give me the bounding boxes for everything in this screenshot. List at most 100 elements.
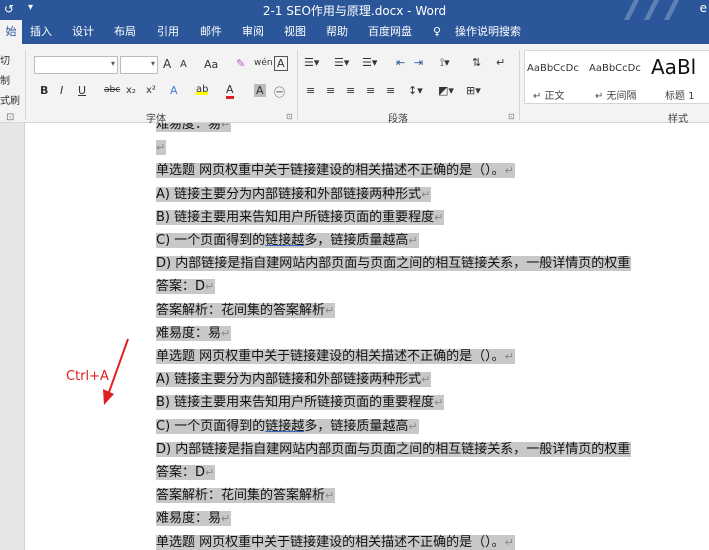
strikethrough-button[interactable]: abc <box>104 85 120 95</box>
style-normal[interactable]: AaBbCcDc ↵ 正文 <box>525 51 587 103</box>
bullets-icon[interactable]: ☰▾ <box>304 56 319 69</box>
paragraph-mark: ↵ <box>504 164 514 178</box>
font-launcher-icon[interactable]: ⊡ <box>286 112 293 121</box>
decrease-indent-icon[interactable]: ⇤ <box>396 56 405 69</box>
paragraph-mark: ↵ <box>434 210 444 224</box>
document-line[interactable]: 答案：D↵ <box>156 276 216 298</box>
subscript-button[interactable]: x₂ <box>126 85 136 96</box>
align-center-icon[interactable]: ≡ <box>326 84 335 97</box>
tab-baidu-netdisk[interactable]: 百度网盘 <box>368 20 412 44</box>
paragraph-mark: ↵ <box>504 535 514 549</box>
copy-button[interactable]: 制 <box>0 72 10 87</box>
font-color-button[interactable]: A <box>226 84 234 99</box>
asian-layout-icon[interactable]: ⟟▾ <box>440 56 450 70</box>
document-line[interactable]: 答案解析：花间集的答案解析↵ <box>156 300 336 322</box>
document-line[interactable]: 单选题 网页权重中关于链接建设的相关描述不正确的是（）。↵ <box>156 532 515 550</box>
enclose-characters-button[interactable]: ㊀ <box>274 84 285 100</box>
selected-text: 答案：D↵ <box>156 465 216 480</box>
paragraph-mark: ↵ <box>221 512 231 526</box>
paragraph-mark: ↵ <box>205 466 215 479</box>
highlight-button[interactable]: ab <box>196 84 209 95</box>
justify-icon[interactable]: ≡ <box>366 84 375 97</box>
clipboard-launcher-icon[interactable]: ⊡ <box>6 112 14 123</box>
tab-home[interactable]: 始 <box>0 20 22 44</box>
format-painter-button[interactable]: 式刷 <box>0 92 20 107</box>
document-line[interactable]: C) 一个页面得到的链接越多，链接质量越高↵ <box>156 230 419 252</box>
tell-me-search[interactable]: 操作说明搜索 <box>455 20 521 44</box>
line-text: 单选题 网页权重中关于链接建设的相关描述不正确的是（）。 <box>156 534 505 550</box>
document-line[interactable]: 单选题 网页权重中关于链接建设的相关描述不正确的是（）。↵ <box>156 160 515 182</box>
distributed-icon[interactable]: ≡ <box>386 84 395 97</box>
italic-button[interactable]: I <box>60 84 63 97</box>
line-text: 多，链接质量越高 <box>304 233 409 248</box>
font-size-combo[interactable]: ▾ <box>120 56 158 74</box>
line-text: A) 链接主要分为内部链接和外部链接两种形式 <box>156 372 422 388</box>
paragraph-launcher-icon[interactable]: ⊡ <box>508 112 515 121</box>
line-text: B) 链接主要用来告知用户所链接页面的重要程度 <box>156 395 435 411</box>
line-text: 难易度：易 <box>156 511 222 527</box>
document-line[interactable]: C) 一个页面得到的链接越多，链接质量越高↵ <box>156 416 419 438</box>
shrink-font-button[interactable]: A <box>180 59 187 70</box>
tab-view[interactable]: 视图 <box>284 20 306 44</box>
text-effects-button[interactable]: A <box>170 84 178 97</box>
character-shading-button[interactable]: A <box>254 84 266 97</box>
tab-references[interactable]: 引用 <box>157 20 179 44</box>
borders-icon[interactable]: ⊞▾ <box>466 84 481 97</box>
window-control[interactable]: e <box>700 1 707 15</box>
document-line[interactable]: D) 内部链接是指自建网站内部页面与页面之间的相互链接关系，一般详情页的权重 <box>156 253 632 275</box>
document-line[interactable]: A) 链接主要分为内部链接和外部链接两种形式↵ <box>156 369 432 391</box>
shading-icon[interactable]: ◩▾ <box>438 84 454 97</box>
style-sample: AaBbCcDc <box>589 63 641 74</box>
clipboard-group: 切 制 式刷 ⊡ <box>0 44 24 123</box>
document-line[interactable]: B) 链接主要用来告知用户所链接页面的重要程度↵ <box>156 392 445 414</box>
document-line[interactable]: 答案解析：花间集的答案解析↵ <box>156 485 336 507</box>
font-name-combo[interactable]: ▾ <box>34 56 118 74</box>
superscript-button[interactable]: x² <box>146 85 156 96</box>
align-left-icon[interactable]: ≡ <box>306 84 315 97</box>
document-line[interactable]: 难易度：易↵ <box>156 323 232 345</box>
document-line[interactable]: 难易度：易↵ <box>156 508 232 530</box>
numbering-icon[interactable]: ☰▾ <box>334 56 349 69</box>
ctrl-a-annotation: Ctrl+A <box>66 369 109 384</box>
line-text: 答案：D <box>156 465 206 480</box>
clear-formatting-icon[interactable]: ✎ <box>236 57 245 70</box>
style-heading-1[interactable]: AaBl 标题 1 <box>649 51 709 103</box>
tab-insert[interactable]: 插入 <box>30 20 52 44</box>
line-text: 难易度：易 <box>156 325 222 341</box>
document-line[interactable]: A) 链接主要分为内部链接和外部链接两种形式↵ <box>156 184 432 206</box>
phonetic-guide-button[interactable]: wén <box>254 58 273 68</box>
line-text: C) 一个页面得到的 <box>156 418 266 434</box>
grow-font-button[interactable]: A <box>163 57 171 71</box>
underline-button[interactable]: U <box>78 84 86 97</box>
selected-text: A) 链接主要分为内部链接和外部链接两种形式↵ <box>156 372 432 388</box>
character-border-button[interactable]: A <box>274 56 288 71</box>
increase-indent-icon[interactable]: ⇥ <box>414 56 423 69</box>
tab-help[interactable]: 帮助 <box>326 20 348 44</box>
selected-text: D) 内部链接是指自建网站内部页面与页面之间的相互链接关系，一般详情页的权重 <box>156 256 632 272</box>
align-right-icon[interactable]: ≡ <box>346 84 355 97</box>
multilevel-list-icon[interactable]: ☰▾ <box>362 56 377 69</box>
show-marks-icon[interactable]: ↵ <box>496 56 505 69</box>
tab-mailings[interactable]: 邮件 <box>200 20 222 44</box>
sort-icon[interactable]: ⇅ <box>472 56 481 69</box>
line-text: 单选题 网页权重中关于链接建设的相关描述不正确的是（）。 <box>156 163 505 179</box>
bold-button[interactable]: B <box>40 84 48 97</box>
style-no-spacing[interactable]: AaBbCcDc ↵ 无间隔 <box>587 51 649 103</box>
document-line[interactable]: B) 链接主要用来告知用户所链接页面的重要程度↵ <box>156 207 445 229</box>
change-case-button[interactable]: Aa <box>204 58 218 71</box>
document-area[interactable]: 难易度：易↵ ↵ 单选题 网页权重中关于链接建设的相关描述不正确的是（）。↵ A) 链… <box>0 123 709 550</box>
line-spacing-icon[interactable]: ↕▾ <box>408 84 423 97</box>
document-line[interactable]: 答案：D↵ <box>156 462 216 484</box>
document-line[interactable]: ↵ <box>156 137 167 159</box>
tab-design[interactable]: 设计 <box>72 20 94 44</box>
document-line[interactable]: 单选题 网页权重中关于链接建设的相关描述不正确的是（）。↵ <box>156 346 515 368</box>
document-line[interactable]: 难易度：易↵ <box>156 123 232 136</box>
line-text: 答案：D <box>156 279 206 295</box>
document-line[interactable]: D) 内部链接是指自建网站内部页面与页面之间的相互链接关系，一般详情页的权重 <box>156 439 632 461</box>
chevron-down-icon: ▾ <box>110 59 115 68</box>
cut-button[interactable]: 切 <box>0 52 10 67</box>
selected-text: A) 链接主要分为内部链接和外部链接两种形式↵ <box>156 186 432 202</box>
tab-review[interactable]: 审阅 <box>242 20 264 44</box>
tab-layout[interactable]: 布局 <box>114 20 136 44</box>
ribbon-tabs: 始 插入 设计 布局 引用 邮件 审阅 视图 帮助 百度网盘 ♀ 操作说明搜索 <box>0 20 709 44</box>
